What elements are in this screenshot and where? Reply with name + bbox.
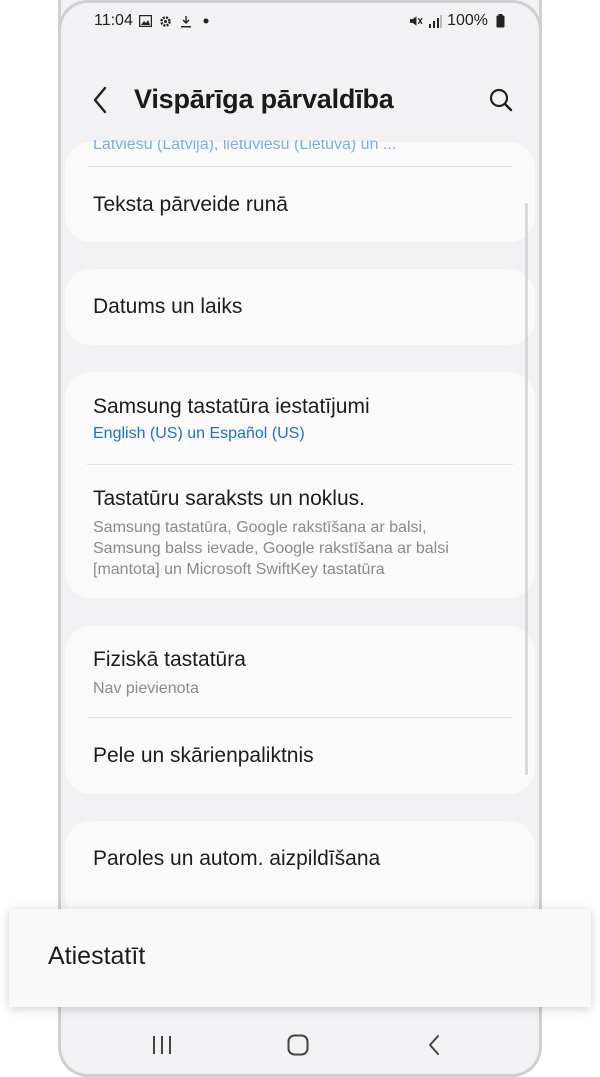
card-physical: Fiziskā tastatūra Nav pievienota Pele un… [65, 626, 535, 794]
page-title: Vispārīga pārvaldība [134, 84, 394, 114]
setting-title: Datums un laiks [93, 295, 243, 318]
setting-text-to-speech[interactable]: Teksta pārveide runā [93, 193, 507, 223]
subtitle-line: Samsung tastatūra, Google rakstīšana ar … [93, 519, 427, 536]
dot-icon [199, 14, 213, 28]
battery-icon [493, 14, 507, 28]
subtitle-line: Samsung balss ievade, Google rakstīšana … [93, 540, 449, 557]
divider [87, 464, 513, 465]
setting-keyboard-list[interactable]: Tastatūru saraksts un noklus. Samsung ta… [93, 487, 507, 580]
search-button[interactable] [485, 84, 517, 116]
home-icon [287, 1034, 309, 1056]
app-header: Vispārīga pārvaldība [61, 70, 539, 130]
gear-icon [159, 14, 173, 28]
card-language: Latviešu (Latvija), lietuviešu (Lietuva)… [65, 140, 535, 242]
status-time: 11:04 [94, 12, 133, 29]
recent-apps-button[interactable] [142, 1028, 182, 1062]
back-icon [429, 1035, 439, 1055]
card-date-time: Datums un laiks [65, 269, 535, 345]
download-icon [179, 14, 193, 28]
divider [87, 166, 513, 167]
setting-passwords-autofill[interactable]: Paroles un autom. aizpildīšana [93, 847, 507, 871]
setting-samsung-keyboard[interactable]: Samsung tastatūra iestatījumi English (U… [93, 395, 507, 443]
recent-apps-icon [153, 1036, 171, 1054]
setting-title: Pele un skārienpaliktnis [93, 744, 314, 767]
setting-title: Tastatūru saraksts un noklus. [93, 487, 365, 510]
setting-date-time[interactable]: Datums un laiks [93, 295, 507, 319]
setting-subtitle: Samsung tastatūra, Google rakstīšana ar … [93, 517, 507, 580]
card-keyboard: Samsung tastatūra iestatījumi English (U… [65, 372, 535, 598]
setting-title: Fiziskā tastatūra [93, 648, 246, 671]
setting-subtitle: Nav pievienota [93, 680, 199, 697]
setting-title: Samsung tastatūra iestatījumi [93, 395, 370, 418]
setting-title: Paroles un autom. aizpildīšana [93, 847, 381, 870]
setting-mouse-touchpad[interactable]: Pele un skārienpaliktnis [93, 744, 507, 768]
navigation-bar [0, 1020, 600, 1070]
home-button[interactable] [278, 1028, 318, 1062]
chevron-left-icon [93, 86, 107, 114]
setting-title: Teksta pārveide runā [93, 193, 288, 216]
mute-icon [409, 14, 423, 28]
scrollbar[interactable] [525, 203, 528, 775]
subtitle-line: [mantota] un Microsoft SwiftKey tastatūr… [93, 561, 385, 578]
reset-label: Atiestatīt [48, 942, 146, 970]
card-passwords: Paroles un autom. aizpildīšana [65, 821, 535, 921]
setting-subtitle: English (US) un Español (US) [93, 425, 305, 442]
language-subtitle-partial: Latviešu (Latvija), lietuviešu (Lietuva)… [93, 140, 397, 153]
divider [87, 717, 513, 718]
signal-icon [428, 14, 443, 28]
back-button[interactable] [85, 82, 115, 118]
battery-percent: 100% [447, 12, 488, 29]
nav-back-button[interactable] [414, 1028, 454, 1062]
setting-physical-keyboard[interactable]: Fiziskā tastatūra Nav pievienota [93, 648, 507, 699]
search-icon [489, 88, 513, 112]
image-icon [139, 14, 153, 28]
reset-popup-item[interactable]: Atiestatīt [9, 909, 591, 1007]
status-bar: 11:04 100% [61, 0, 539, 44]
